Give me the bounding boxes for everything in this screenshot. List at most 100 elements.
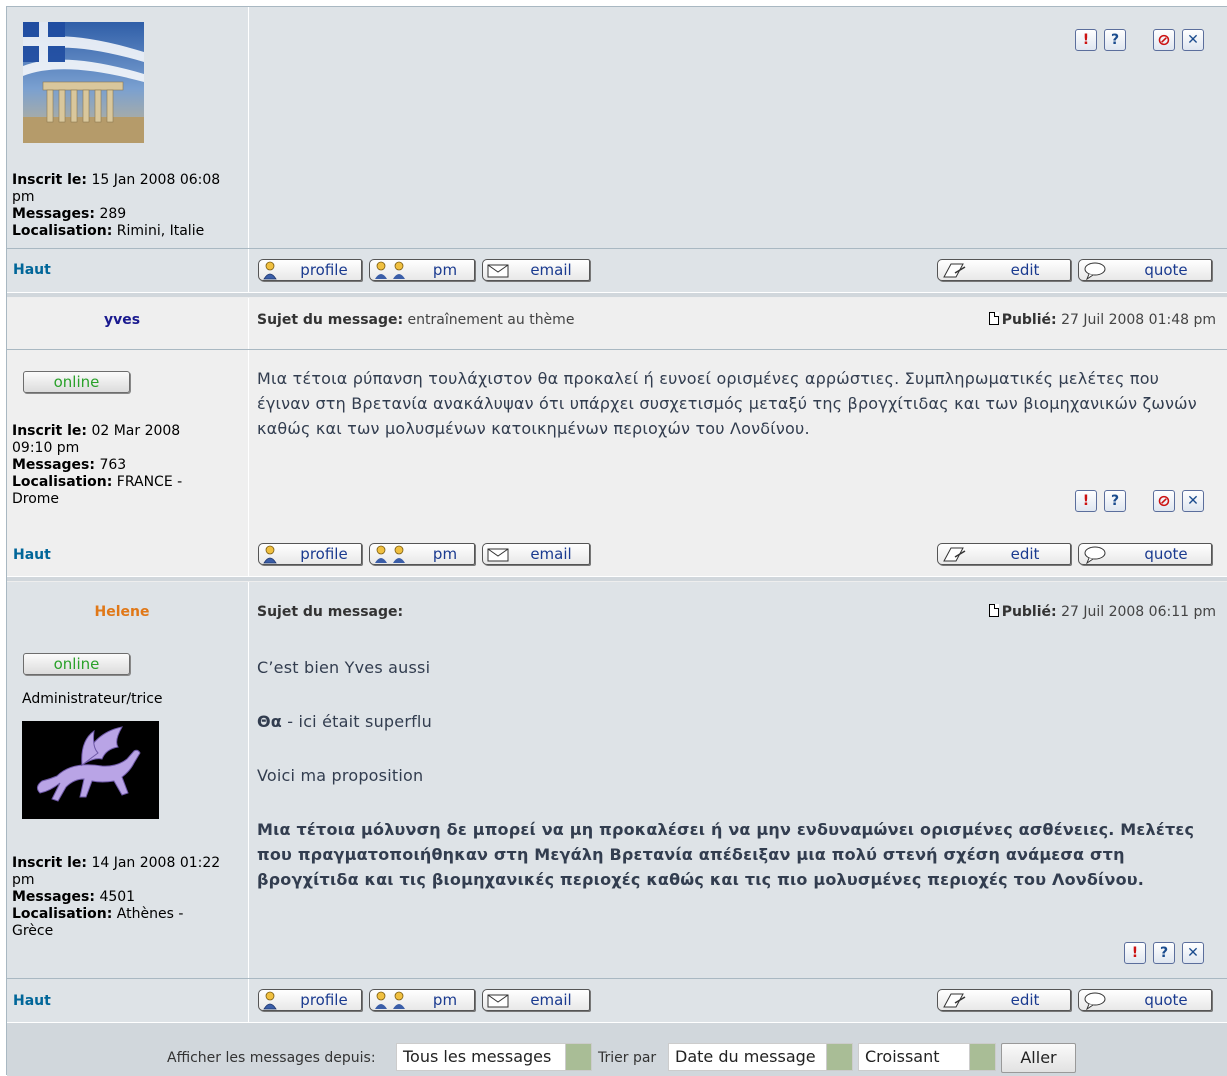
topic-view: Inscrit le: 15 Jan 2008 06:08 pm Message… bbox=[6, 6, 1227, 1076]
edit-label: edit bbox=[1010, 545, 1040, 563]
column-divider bbox=[248, 249, 249, 292]
edit-label: edit bbox=[1010, 991, 1040, 1009]
posted-value: 27 Juil 2008 01:48 pm bbox=[1061, 312, 1216, 328]
quote-label: quote bbox=[1144, 261, 1188, 279]
subject-value: entraînement au thème bbox=[407, 312, 575, 328]
info-icon[interactable]: ? bbox=[1104, 29, 1126, 51]
author-name[interactable]: Helene bbox=[7, 604, 237, 620]
edit-icon bbox=[943, 263, 966, 278]
posts-label: Messages: bbox=[12, 889, 95, 905]
sort-by-select[interactable]: Date du message bbox=[668, 1043, 853, 1071]
sort-order-value: Croissant bbox=[865, 1047, 940, 1066]
users-icon bbox=[375, 545, 405, 563]
sort-by-label: Trier par bbox=[598, 1050, 657, 1066]
edit-icon bbox=[943, 547, 966, 562]
user-info: Inscrit le: 02 Mar 2008 09:10 pm Message… bbox=[12, 423, 222, 508]
column-divider bbox=[248, 350, 249, 533]
post-icon[interactable] bbox=[988, 312, 999, 325]
posts-label: Messages: bbox=[12, 206, 95, 222]
sort-order-select[interactable]: Croissant bbox=[858, 1043, 996, 1071]
post-subject: Sujet du message: entraînement au thème bbox=[257, 312, 574, 328]
user-info: Inscrit le: 15 Jan 2008 06:08 pm Message… bbox=[12, 172, 227, 240]
ban-icon[interactable]: ⊘ bbox=[1153, 490, 1175, 512]
go-button[interactable]: Aller bbox=[1001, 1043, 1076, 1073]
chevron-down-icon bbox=[969, 1044, 995, 1070]
quote-label: quote bbox=[1144, 991, 1188, 1009]
location-value: Rimini, Italie bbox=[116, 223, 205, 239]
report-icon[interactable]: ! bbox=[1124, 942, 1146, 964]
subject-label: Sujet du message: bbox=[257, 604, 404, 620]
post-paragraph: Θα - ici était superflu bbox=[257, 709, 1212, 734]
posted-value: 27 Juil 2008 06:11 pm bbox=[1061, 604, 1216, 620]
info-icon[interactable]: ? bbox=[1104, 490, 1126, 512]
posts-value: 763 bbox=[99, 457, 127, 473]
delete-icon[interactable]: ✕ bbox=[1182, 490, 1204, 512]
quote-button[interactable]: quote bbox=[1078, 543, 1212, 565]
location-label: Localisation: bbox=[12, 906, 113, 922]
post-1-actions: Haut profile pm email edit quote bbox=[7, 249, 1227, 292]
post-date: Publié: 27 Juil 2008 01:48 pm bbox=[988, 312, 1216, 328]
report-icon[interactable]: ! bbox=[1075, 490, 1097, 512]
quote-button[interactable]: quote bbox=[1078, 259, 1212, 281]
envelope-icon bbox=[487, 994, 509, 1008]
author-name[interactable]: yves bbox=[7, 312, 237, 328]
post-2-body: online Inscrit le: 02 Mar 2008 09:10 pm … bbox=[7, 350, 1227, 533]
profile-button[interactable]: profile bbox=[258, 543, 362, 565]
post-body: C’est bien Yves aussi Θα - ici était sup… bbox=[257, 655, 1212, 892]
location-label: Localisation: bbox=[12, 474, 113, 490]
email-button[interactable]: email bbox=[482, 543, 590, 565]
joined-label: Inscrit le: bbox=[12, 172, 87, 188]
users-icon bbox=[375, 261, 405, 279]
delete-icon[interactable]: ✕ bbox=[1182, 29, 1204, 51]
online-status-button[interactable]: online bbox=[23, 653, 130, 675]
ban-icon[interactable]: ⊘ bbox=[1153, 29, 1175, 51]
report-icon[interactable]: ! bbox=[1075, 29, 1097, 51]
email-button[interactable]: email bbox=[482, 259, 590, 281]
column-divider bbox=[248, 7, 249, 248]
quote-label: quote bbox=[1144, 545, 1188, 563]
post-icon[interactable] bbox=[988, 604, 999, 617]
post-3: Helene Sujet du message: Publié: 27 Juil… bbox=[7, 582, 1227, 978]
haut-link[interactable]: Haut bbox=[13, 547, 51, 563]
sort-by-value: Date du message bbox=[675, 1047, 816, 1066]
email-label: email bbox=[530, 545, 572, 563]
pm-button[interactable]: pm bbox=[369, 259, 475, 281]
profile-button[interactable]: profile bbox=[258, 989, 362, 1011]
post-paragraph: C’est bien Yves aussi bbox=[257, 658, 431, 677]
info-icon[interactable]: ? bbox=[1153, 942, 1175, 964]
envelope-icon bbox=[487, 264, 509, 278]
post-bold-text: Θα bbox=[257, 712, 282, 731]
quote-button[interactable]: quote bbox=[1078, 989, 1212, 1011]
posted-label: Publié: bbox=[1001, 312, 1057, 328]
pm-label: pm bbox=[432, 261, 458, 279]
chevron-down-icon bbox=[826, 1044, 852, 1070]
post-3-actions: Haut profile pm email edit quote bbox=[7, 979, 1227, 1022]
users-icon bbox=[375, 991, 405, 1009]
profile-button[interactable]: profile bbox=[258, 259, 362, 281]
edit-button[interactable]: edit bbox=[937, 989, 1071, 1011]
user-rank: Administrateur/trice bbox=[22, 691, 163, 707]
user-icon bbox=[263, 261, 277, 280]
pm-button[interactable]: pm bbox=[369, 543, 475, 565]
online-status-button[interactable]: online bbox=[23, 371, 130, 393]
post-2-header: yves Sujet du message: entraînement au t… bbox=[7, 298, 1227, 349]
post-1: Inscrit le: 15 Jan 2008 06:08 pm Message… bbox=[7, 7, 1227, 248]
user-icon bbox=[263, 545, 277, 564]
haut-link[interactable]: Haut bbox=[13, 262, 51, 278]
location-label: Localisation: bbox=[12, 223, 113, 239]
haut-link[interactable]: Haut bbox=[13, 993, 51, 1009]
quote-icon bbox=[1084, 546, 1106, 564]
post-text: - ici était superflu bbox=[282, 712, 432, 731]
separator bbox=[7, 292, 1227, 297]
post-2-actions: Haut profile pm email edit quote bbox=[7, 533, 1227, 576]
show-messages-select[interactable]: Tous les messages bbox=[396, 1043, 592, 1071]
delete-icon[interactable]: ✕ bbox=[1182, 942, 1204, 964]
email-label: email bbox=[530, 261, 572, 279]
edit-icon bbox=[943, 993, 966, 1008]
pm-button[interactable]: pm bbox=[369, 989, 475, 1011]
edit-button[interactable]: edit bbox=[937, 259, 1071, 281]
show-messages-value: Tous les messages bbox=[403, 1047, 552, 1066]
column-divider bbox=[248, 533, 249, 576]
email-button[interactable]: email bbox=[482, 989, 590, 1011]
edit-button[interactable]: edit bbox=[937, 543, 1071, 565]
